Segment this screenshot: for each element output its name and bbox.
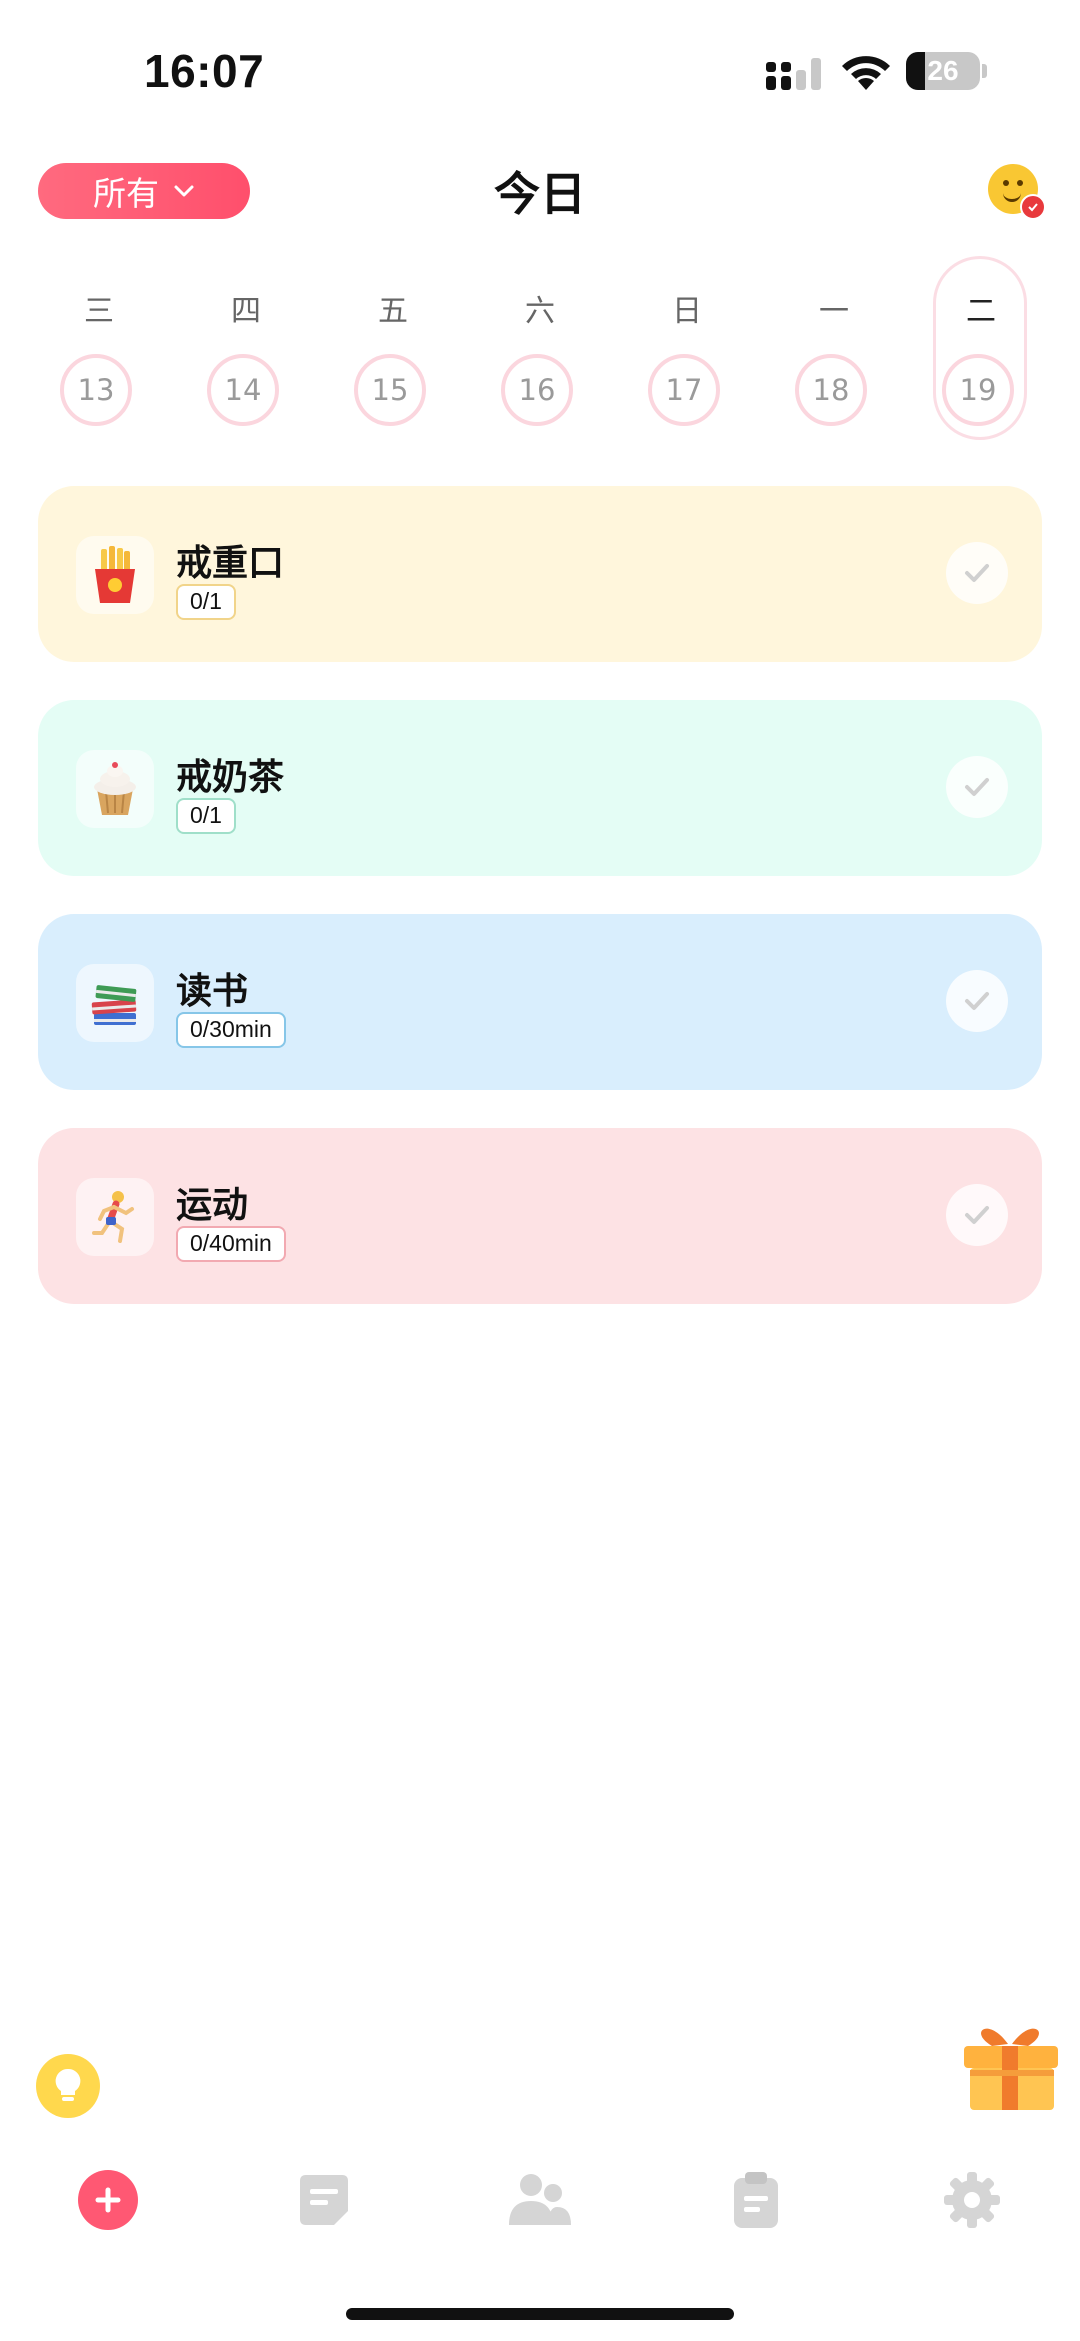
filter-label: 所有 <box>93 174 159 213</box>
avatar[interactable] <box>988 164 1046 220</box>
weekday-label: 五 <box>378 294 408 329</box>
avatar-mouth <box>1003 190 1021 202</box>
weekday-label: 三 <box>84 294 114 329</box>
date-circle: 15 <box>354 354 426 426</box>
weekday-label: 二 <box>966 294 996 329</box>
habit-progress: 0/40min <box>176 1226 286 1262</box>
lightbulb-button[interactable] <box>36 2054 100 2118</box>
date-circle: 17 <box>648 354 720 426</box>
check-button[interactable] <box>946 756 1008 818</box>
tab-friends[interactable] <box>500 2160 580 2240</box>
avatar-eye <box>1003 180 1009 186</box>
avatar-eye <box>1017 180 1023 186</box>
habit-progress: 0/1 <box>176 584 236 620</box>
weekday-label: 日 <box>672 294 702 329</box>
lightbulb-icon <box>55 2068 81 2101</box>
status-time: 16:07 <box>144 45 265 97</box>
check-button[interactable] <box>946 970 1008 1032</box>
week-strip: 三 13 四 14 五 15 六 16 日 17 一 18 二 19 <box>0 250 1080 450</box>
day-item[interactable]: 一 18 <box>769 250 899 440</box>
status-bar: 16:07 26 <box>0 0 1080 150</box>
weekday-label: 六 <box>525 294 555 329</box>
home-indicator <box>346 2308 734 2320</box>
weekday-label: 一 <box>819 294 849 329</box>
date-circle: 18 <box>795 354 867 426</box>
day-item[interactable]: 三 13 <box>34 250 164 440</box>
books-icon <box>76 964 154 1042</box>
habit-name: 读书 <box>176 971 249 1012</box>
date-circle: 19 <box>942 354 1014 426</box>
fries-icon <box>76 536 154 614</box>
habit-progress: 0/30min <box>176 1012 286 1048</box>
cellular-signal-icon <box>766 58 821 90</box>
clipboard-icon <box>734 2172 778 2228</box>
day-item[interactable]: 日 17 <box>622 250 752 440</box>
gift-button[interactable] <box>958 2010 1062 2114</box>
settings-icon <box>944 2172 1000 2228</box>
check-button[interactable] <box>946 542 1008 604</box>
wifi-icon <box>842 56 890 90</box>
friends-icon <box>509 2174 571 2225</box>
chevron-down-icon <box>174 185 194 197</box>
bottom-tab-bar <box>0 2160 1080 2240</box>
day-item-selected[interactable]: 二 19 <box>916 250 1046 440</box>
check-icon <box>965 1206 989 1224</box>
habit-name: 戒奶茶 <box>176 757 285 798</box>
weekday-label: 四 <box>231 294 261 329</box>
habit-progress: 0/1 <box>176 798 236 834</box>
check-icon <box>965 564 989 582</box>
habit-card[interactable]: 运动 0/40min <box>38 1128 1042 1304</box>
habit-name: 戒重口 <box>176 543 285 584</box>
date-circle: 16 <box>501 354 573 426</box>
verified-badge-icon <box>1020 194 1046 220</box>
day-item[interactable]: 四 14 <box>181 250 311 440</box>
runner-icon <box>76 1178 154 1256</box>
date-circle: 13 <box>60 354 132 426</box>
habit-card[interactable]: 戒重口 0/1 <box>38 486 1042 662</box>
habit-card[interactable]: 读书 0/30min <box>38 914 1042 1090</box>
notes-icon <box>300 2175 348 2225</box>
tab-tasks[interactable] <box>716 2160 796 2240</box>
tab-settings[interactable] <box>932 2160 1012 2240</box>
day-item[interactable]: 五 15 <box>328 250 458 440</box>
day-item[interactable]: 六 16 <box>475 250 605 440</box>
battery-cap <box>982 64 987 78</box>
battery-percent: 26 <box>927 55 959 86</box>
date-circle: 14 <box>207 354 279 426</box>
check-icon <box>965 778 989 796</box>
tab-notes[interactable] <box>284 2160 364 2240</box>
cupcake-icon <box>76 750 154 828</box>
add-icon <box>78 2170 138 2230</box>
check-icon <box>965 992 989 1010</box>
gift-icon <box>964 2028 1058 2110</box>
habit-name: 运动 <box>176 1185 249 1226</box>
battery-indicator: 26 <box>906 52 980 90</box>
check-button[interactable] <box>946 1184 1008 1246</box>
habit-card[interactable]: 戒奶茶 0/1 <box>38 700 1042 876</box>
filter-dropdown[interactable]: 所有 <box>38 163 250 219</box>
tab-add[interactable] <box>68 2160 148 2240</box>
